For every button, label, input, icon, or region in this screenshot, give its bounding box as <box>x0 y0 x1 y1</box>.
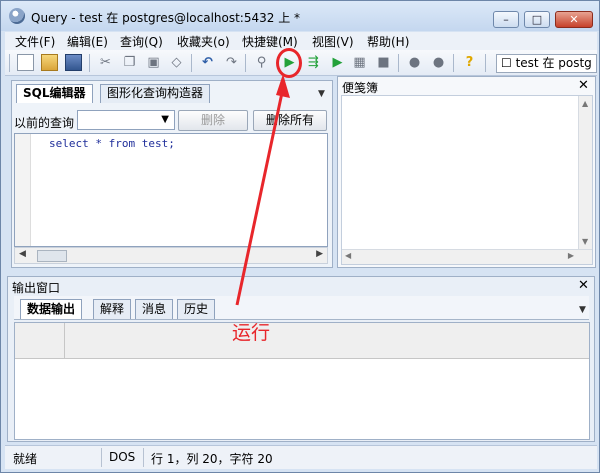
output-menu-dropdown-icon[interactable]: ▼ <box>579 305 586 315</box>
scroll-left-icon[interactable]: ◀ <box>19 249 26 259</box>
scroll-down-icon[interactable]: ▼ <box>582 237 588 246</box>
explain-query-icon[interactable]: ⇶ <box>305 54 322 71</box>
grid-corner-cell[interactable] <box>15 323 65 359</box>
close-window-button[interactable]: ✕ <box>555 11 593 28</box>
line-number-gutter <box>15 134 31 246</box>
tab-messages[interactable]: 消息 <box>135 299 174 319</box>
menu-edit[interactable]: 编辑(E) <box>67 33 108 50</box>
sql-query-text: select * from test; <box>49 137 175 150</box>
database-checkbox[interactable]: ☐ test 在 postg <box>496 54 597 73</box>
toolbar-separator <box>485 54 486 72</box>
copy-icon[interactable]: ❐ <box>121 54 138 71</box>
stop-icon[interactable]: ■ <box>375 54 392 71</box>
delete-button[interactable]: 删除 <box>178 110 248 131</box>
toolbar-separator <box>398 54 399 72</box>
app-elephant-icon <box>9 8 25 24</box>
menu-view[interactable]: 视图(V) <box>312 33 354 50</box>
status-separator <box>101 448 102 467</box>
tab-graphical-query-builder[interactable]: 图形化查询构造器 <box>100 84 211 103</box>
tab-history[interactable]: 历史 <box>177 299 216 319</box>
find-icon[interactable]: ⚲ <box>253 54 270 71</box>
menu-favorites[interactable]: 收藏夹(o) <box>177 33 230 50</box>
menu-query[interactable]: 查询(Q) <box>120 33 163 50</box>
data-output-grid[interactable] <box>14 322 590 440</box>
open-folder-icon[interactable] <box>41 54 58 71</box>
scroll-right-icon[interactable]: ▶ <box>316 249 323 259</box>
scratch-pad-panel: 便笺簿 ✕ ▲ ▼ ◀ ▶ <box>337 76 596 268</box>
explain-analyze-icon[interactable]: ▦ <box>351 54 368 71</box>
scroll-left-icon[interactable]: ◀ <box>345 251 351 260</box>
window-title: Query - test 在 postgres@localhost:5432 上… <box>31 11 301 25</box>
status-separator <box>143 448 144 467</box>
new-file-icon[interactable] <box>17 54 34 71</box>
scroll-right-icon[interactable]: ▶ <box>568 251 574 260</box>
close-output-icon[interactable]: ✕ <box>578 278 589 293</box>
editor-horizontal-scrollbar[interactable]: ◀ ▶ <box>14 247 328 264</box>
status-state: 就绪 <box>13 452 38 466</box>
tab-sql-editor[interactable]: SQL编辑器 <box>16 84 93 103</box>
undo-icon[interactable]: ↶ <box>199 54 216 71</box>
annotation-run-label: 运行 <box>232 322 271 344</box>
help-icon[interactable]: ? <box>461 54 478 71</box>
scroll-up-icon[interactable]: ▲ <box>582 99 588 108</box>
minimize-button[interactable]: – <box>493 11 519 28</box>
panel-menu-dropdown-icon[interactable]: ▼ <box>318 89 325 99</box>
toolbar-separator <box>89 54 90 72</box>
title-bar[interactable]: Query - test 在 postgres@localhost:5432 上… <box>1 1 599 31</box>
tab-explain[interactable]: 解释 <box>93 299 132 319</box>
redo-icon[interactable]: ↷ <box>223 54 240 71</box>
run-to-file-icon[interactable]: ▶ <box>329 54 346 71</box>
status-line-ending: DOS <box>109 450 136 464</box>
database-label: test 在 postg <box>515 56 592 70</box>
run-highlight-circle <box>276 48 302 78</box>
output-tabs: 数据输出 解释 消息 历史 ▼ <box>14 296 589 320</box>
checkbox-box-icon: ☐ <box>501 56 512 70</box>
grid-header-row <box>65 323 589 359</box>
toolbar-separator <box>245 54 246 72</box>
scratch-pad-vertical-scrollbar[interactable]: ▲ ▼ <box>578 96 592 249</box>
toolbar-separator <box>453 54 454 72</box>
toolbar-separator <box>191 54 192 72</box>
sql-text-editor[interactable]: select * from test; <box>14 133 328 247</box>
status-bar: 就绪 DOS 行 1，列 20，字符 20 <box>5 445 597 469</box>
paste-icon[interactable]: ▣ <box>145 54 162 71</box>
menu-help[interactable]: 帮助(H) <box>367 33 409 50</box>
commit-icon[interactable]: ● <box>406 54 423 71</box>
save-icon[interactable] <box>65 54 82 71</box>
clear-icon[interactable]: ◇ <box>168 54 185 71</box>
maximize-button[interactable]: □ <box>524 11 550 28</box>
query-window: Query - test 在 postgres@localhost:5432 上… <box>0 0 600 473</box>
status-cursor-position: 行 1，列 20，字符 20 <box>151 452 273 466</box>
previous-queries-label: 以前的查询 <box>14 116 75 130</box>
delete-all-button[interactable]: 删除所有 <box>253 110 327 131</box>
scroll-thumb[interactable] <box>37 250 67 262</box>
output-panel: 输出窗口 ✕ 数据输出 解释 消息 历史 ▼ <box>7 276 595 442</box>
scratch-pad-horizontal-scrollbar[interactable]: ◀ ▶ <box>342 249 592 264</box>
toolbar-grip <box>9 54 10 72</box>
menu-file[interactable]: 文件(F) <box>15 33 55 50</box>
output-panel-title: 输出窗口 <box>12 281 61 295</box>
chevron-down-icon: ▼ <box>161 114 169 125</box>
scratch-pad-title: 便笺簿 <box>342 81 379 95</box>
cut-icon[interactable]: ✂ <box>97 54 114 71</box>
scratch-pad-text-area[interactable]: ▲ ▼ ◀ ▶ <box>341 95 593 265</box>
previous-queries-select[interactable]: ▼ <box>77 110 175 130</box>
close-scratch-pad-icon[interactable]: ✕ <box>578 78 589 93</box>
menu-bar: 文件(F) 编辑(E) 查询(Q) 收藏夹(o) 快捷键(M) 视图(V) 帮助… <box>5 32 597 50</box>
rollback-icon[interactable]: ● <box>430 54 447 71</box>
tab-data-output[interactable]: 数据输出 <box>20 299 83 319</box>
